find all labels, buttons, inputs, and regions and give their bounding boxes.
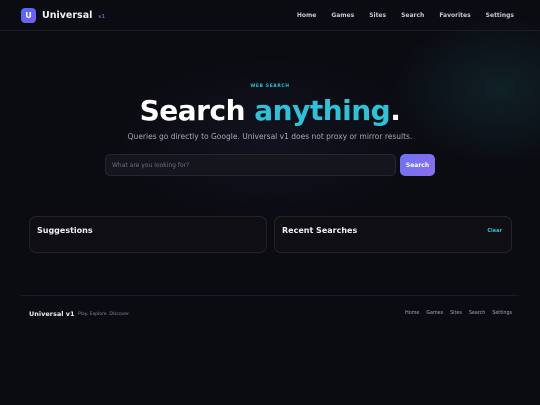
nav-games[interactable]: Games — [331, 12, 354, 19]
suggestions-panel: Suggestions — [29, 216, 267, 253]
hero-subtitle: Queries go directly to Google. Universal… — [127, 132, 413, 141]
footer-nav: Home Games Sites Search Settings — [405, 311, 512, 316]
background-glow — [0, 0, 540, 405]
hero-title: Search anything. — [0, 94, 540, 127]
nav-search[interactable]: Search — [401, 12, 424, 19]
brand-name: Universal — [42, 9, 93, 21]
footer-brand: Universal v1 — [29, 310, 75, 318]
footer-nav-home[interactable]: Home — [405, 311, 419, 316]
footer-nav-settings[interactable]: Settings — [492, 311, 512, 316]
footer-nav-games[interactable]: Games — [426, 311, 443, 316]
brand[interactable]: U Universal v1 — [21, 7, 106, 23]
top-header: U Universal v1 Home Games Sites Search F… — [0, 0, 540, 31]
hero-title-main: Search — [139, 94, 255, 127]
nav-home[interactable]: Home — [297, 12, 316, 19]
recent-searches-panel: Recent Searches Clear — [274, 216, 512, 253]
footer-nav-sites[interactable]: Sites — [450, 311, 462, 316]
hero-title-accent: anything — [254, 94, 391, 127]
recent-searches-title: Recent Searches — [282, 226, 358, 235]
search-input[interactable] — [105, 154, 396, 176]
clear-button[interactable]: Clear — [487, 228, 502, 234]
hero-title-end: . — [390, 94, 401, 127]
search-bar: Search — [105, 154, 435, 176]
main-nav: Home Games Sites Search Favorites Settin… — [297, 12, 514, 19]
footer-nav-search[interactable]: Search — [469, 311, 485, 316]
nav-settings[interactable]: Settings — [486, 12, 514, 19]
hero-eyebrow: WEB SEARCH — [250, 84, 290, 89]
brand-version: v1 — [98, 13, 106, 20]
nav-sites[interactable]: Sites — [369, 12, 386, 19]
nav-favorites[interactable]: Favorites — [439, 12, 470, 19]
search-button[interactable]: Search — [400, 154, 435, 176]
footer-tagline: Play. Explore. Discover. — [78, 312, 130, 317]
suggestions-title: Suggestions — [37, 226, 93, 235]
universal-logo-icon: U — [21, 7, 36, 23]
footer-divider — [21, 295, 519, 296]
